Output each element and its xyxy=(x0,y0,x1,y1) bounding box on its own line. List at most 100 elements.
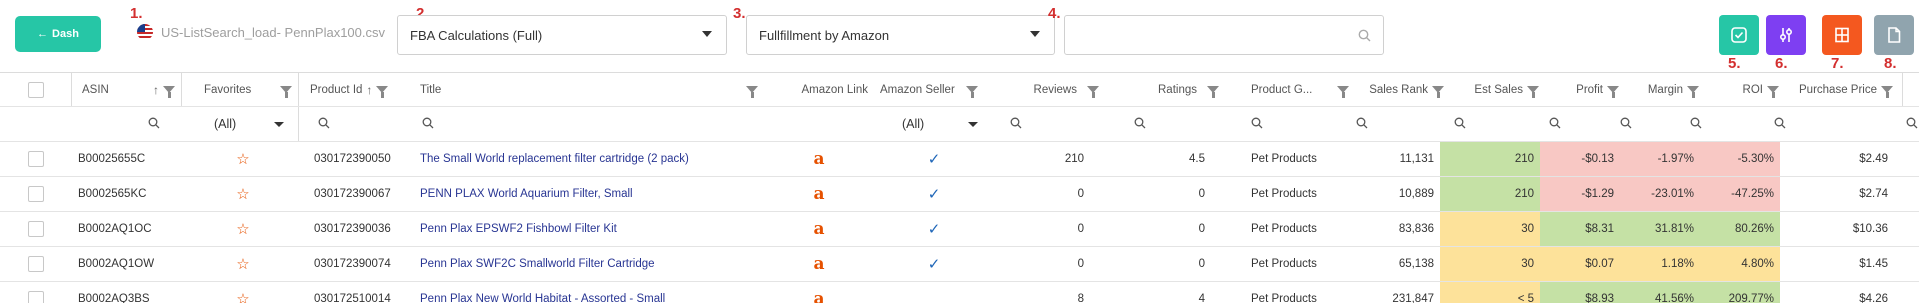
col-header-favorites[interactable]: Favorites xyxy=(182,73,299,106)
product-title-link[interactable]: Penn Plax New World Habitat - Assorted -… xyxy=(420,293,665,303)
ratings-cell: 0 xyxy=(1105,212,1211,246)
product-title-link[interactable]: The Small World replacement filter cartr… xyxy=(420,153,689,165)
product-title-link[interactable]: PENN PLAX World Aquarium Filter, Small xyxy=(420,188,633,200)
filter-profit[interactable] xyxy=(1543,107,1613,141)
row-checkbox[interactable] xyxy=(28,256,44,272)
filter-icon[interactable] xyxy=(1087,86,1099,98)
roi-cell: -47.25% xyxy=(1700,177,1780,211)
star-icon[interactable]: ☆ xyxy=(236,185,249,203)
row-checkbox[interactable] xyxy=(28,291,44,303)
file-name: US-ListSearch_load- PennPlax100.csv xyxy=(161,24,386,40)
fulfillment-select[interactable]: Fullfillment by Amazon xyxy=(746,15,1055,55)
file-selector[interactable]: US-ListSearch_load- PennPlax100.csv ▼ xyxy=(137,24,410,40)
roi-cell: 80.26% xyxy=(1700,212,1780,246)
col-header-roi[interactable]: ROI xyxy=(1705,73,1785,106)
table-row[interactable]: B0002AQ1OC ☆ 030172390036 Penn Plax EPSW… xyxy=(0,212,1919,247)
product-title-link[interactable]: Penn Plax SWF2C Smallworld Filter Cartri… xyxy=(420,258,655,270)
col-header-reviews[interactable]: Reviews xyxy=(990,73,1105,106)
col-header-margin[interactable]: Margin xyxy=(1625,73,1705,106)
star-icon[interactable]: ☆ xyxy=(236,290,249,303)
amazon-logo-icon[interactable]: a xyxy=(813,219,824,239)
dash-button[interactable]: ← Dash xyxy=(15,16,101,52)
amazon-logo-icon[interactable]: a xyxy=(813,184,824,204)
filter-ratings[interactable] xyxy=(1128,107,1228,141)
col-separator xyxy=(1902,73,1919,106)
row-checkbox[interactable] xyxy=(28,151,44,167)
filter-asin[interactable] xyxy=(72,107,182,141)
col-header-amazon-seller[interactable]: Amazon Seller xyxy=(874,73,984,106)
est-sales-value: < 5 xyxy=(1517,293,1534,303)
filter-icon[interactable] xyxy=(746,86,758,98)
us-flag-icon xyxy=(137,24,153,40)
row-checkbox[interactable] xyxy=(28,221,44,237)
filter-row: (All) (All) xyxy=(0,107,1919,142)
star-icon[interactable]: ☆ xyxy=(236,220,249,238)
sort-up-icon[interactable]: ↑ xyxy=(153,83,159,97)
amazon-logo-icon[interactable]: a xyxy=(813,149,824,169)
row-checkbox[interactable] xyxy=(28,186,44,202)
sort-up-icon[interactable]: ↑ xyxy=(366,83,372,97)
col-header-product-id[interactable]: Product Id ↑ xyxy=(304,73,414,106)
col-header-sales-rank[interactable]: Sales Rank xyxy=(1355,73,1450,106)
filter-next[interactable] xyxy=(1900,107,1919,141)
chevron-down-icon xyxy=(274,121,284,127)
amazon-link-cell: a xyxy=(764,247,874,281)
filter-product-id[interactable] xyxy=(304,107,414,141)
filter-icon[interactable] xyxy=(163,86,175,98)
export-button[interactable] xyxy=(1874,15,1914,55)
filter-icon[interactable] xyxy=(1881,86,1893,98)
col-header-purchase-price[interactable]: Purchase Price xyxy=(1785,73,1899,106)
favorite-cell: ☆ xyxy=(182,212,304,246)
filter-product-group[interactable] xyxy=(1245,107,1345,141)
margin-value: 41.56% xyxy=(1654,293,1694,303)
filter-icon[interactable] xyxy=(1527,86,1539,98)
filter-icon[interactable] xyxy=(1207,86,1219,98)
filter-reviews[interactable] xyxy=(1004,107,1104,141)
filter-favorites-value: (All) xyxy=(214,117,237,131)
star-icon[interactable]: ☆ xyxy=(236,255,249,273)
col-header-asin[interactable]: ASIN ↑ xyxy=(72,73,182,106)
amazon-logo-icon[interactable]: a xyxy=(813,254,824,274)
filter-favorites-select[interactable]: (All) xyxy=(182,107,299,141)
amazon-logo-icon[interactable]: a xyxy=(813,289,824,303)
product-title-link[interactable]: Penn Plax EPSWF2 Fishbowl Filter Kit xyxy=(420,223,617,235)
search-input[interactable] xyxy=(1064,15,1384,55)
col-header-ratings[interactable]: Ratings xyxy=(1105,73,1225,106)
approve-button[interactable] xyxy=(1719,15,1759,55)
settings-button[interactable] xyxy=(1766,15,1806,55)
filter-roi[interactable] xyxy=(1684,107,1754,141)
columns-button[interactable] xyxy=(1822,15,1862,55)
table-row[interactable]: B0002AQ3BS ☆ 030172510014 Penn Plax New … xyxy=(0,282,1919,303)
filter-icon[interactable] xyxy=(280,86,292,98)
col-header-est-sales[interactable]: Est Sales xyxy=(1450,73,1545,106)
table-row[interactable]: B0002565KC ☆ 030172390067 PENN PLAX Worl… xyxy=(0,177,1919,212)
col-header-amazon-link[interactable]: Amazon Link xyxy=(764,73,874,106)
filter-est-sales[interactable] xyxy=(1448,107,1538,141)
filter-title[interactable] xyxy=(414,107,764,141)
filter-icon[interactable] xyxy=(1607,86,1619,98)
margin-value: -1.97% xyxy=(1657,153,1694,165)
filter-sales-rank[interactable] xyxy=(1350,107,1440,141)
filter-icon[interactable] xyxy=(1687,86,1699,98)
table-row[interactable]: B0002AQ1OW ☆ 030172390074 Penn Plax SWF2… xyxy=(0,247,1919,282)
col-header-product-group[interactable]: Product G... xyxy=(1245,73,1355,106)
calculation-select[interactable]: FBA Calculations (Full) xyxy=(397,15,727,55)
filter-icon[interactable] xyxy=(1432,86,1444,98)
filter-margin[interactable] xyxy=(1614,107,1684,141)
filter-purchase-price[interactable] xyxy=(1768,107,1838,141)
filter-icon[interactable] xyxy=(1767,86,1779,98)
col-header-title[interactable]: Title xyxy=(414,73,764,106)
filter-icon[interactable] xyxy=(966,86,978,98)
select-all-checkbox[interactable] xyxy=(27,81,44,98)
filter-icon[interactable] xyxy=(1337,86,1349,98)
star-icon[interactable]: ☆ xyxy=(236,150,249,168)
search-icon xyxy=(1251,117,1263,132)
table-row[interactable]: B00025655C ☆ 030172390050 The Small Worl… xyxy=(0,142,1919,177)
col-header-profit[interactable]: Profit xyxy=(1545,73,1625,106)
filter-amazon-seller-select[interactable]: (All) xyxy=(874,107,994,141)
col-header-favorites-label: Favorites xyxy=(204,83,252,96)
asin-cell: B0002AQ1OC xyxy=(72,212,182,246)
check-square-icon xyxy=(1731,27,1747,43)
roi-value: -5.30% xyxy=(1737,153,1774,165)
filter-icon[interactable] xyxy=(376,86,389,98)
